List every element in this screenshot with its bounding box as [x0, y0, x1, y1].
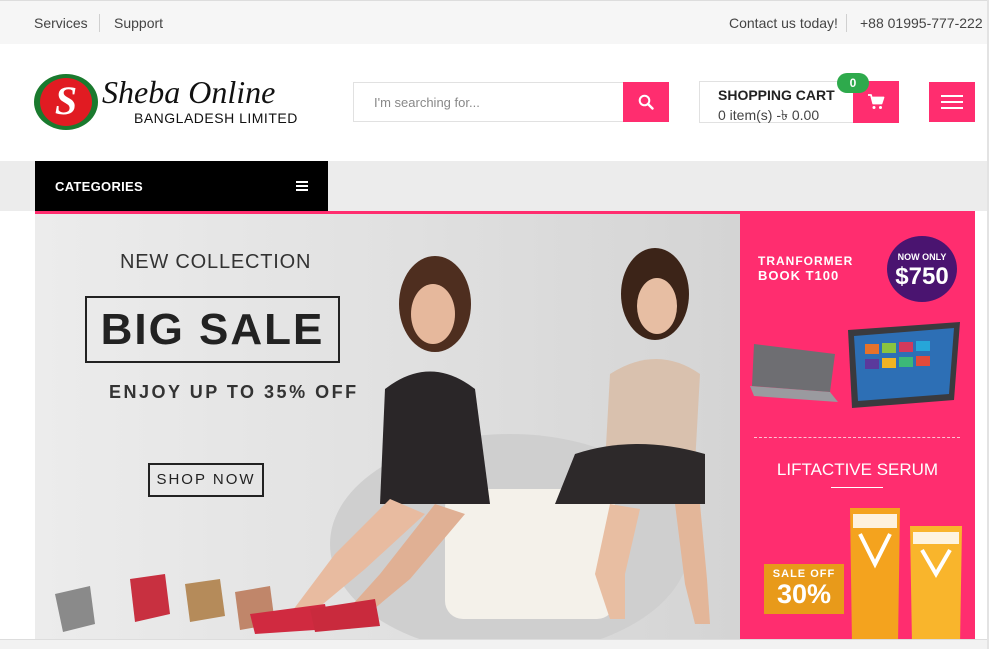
topbar-divider [846, 14, 847, 32]
serum-underline [831, 487, 883, 488]
hero-banner[interactable]: NEW COLLECTION BIG SALE ENJOY UP TO 35% … [35, 214, 740, 639]
sale-value: 30% [776, 579, 832, 609]
sale-off-badge: SALE OFF 30% [764, 564, 844, 614]
cart-title: SHOPPING CART [718, 87, 835, 103]
logo-subtitle: BANGLADESH LIMITED [134, 110, 298, 126]
window-bottom-edge [0, 639, 989, 649]
price-label: NOW ONLY [897, 252, 947, 262]
phone-link[interactable]: +88 01995-777-222 [860, 15, 983, 31]
search-input[interactable] [354, 83, 624, 121]
hero-offer: ENJOY UP TO 35% OFF [109, 382, 359, 402]
logo-letter: S [40, 78, 92, 126]
topbar-divider [99, 14, 100, 32]
search-button[interactable] [623, 82, 669, 122]
hero-kicker: NEW COLLECTION [120, 251, 312, 273]
search-bar [353, 82, 669, 122]
nav-bar: CATEGORIES [0, 161, 989, 211]
hamburger-icon [941, 95, 963, 109]
promo-product-line2: BOOK T100 [758, 268, 840, 283]
categories-label: CATEGORIES [55, 179, 143, 194]
shopping-cart[interactable]: SHOPPING CART 0 item(s) -৳ 0.00 [699, 81, 899, 123]
laptop-tablet-image [750, 322, 960, 408]
site-header: S Sheba Online BANGLADESH LIMITED SHOPPI… [0, 44, 989, 160]
contact-link[interactable]: Contact us today! [729, 15, 838, 31]
search-icon [638, 94, 654, 110]
side-promo[interactable]: TRANFORMER BOOK T100 NOW ONLY $750 LIFTA… [740, 214, 975, 639]
cart-count-badge: 0 [837, 73, 869, 93]
hero-headline: BIG SALE [100, 304, 325, 354]
cart-summary: 0 item(s) -৳ 0.00 [718, 107, 820, 123]
shop-now-button[interactable]: SHOP NOW [148, 463, 264, 497]
menu-button[interactable] [929, 82, 975, 122]
categories-menu[interactable]: CATEGORIES [35, 161, 328, 211]
hero-models-image [55, 248, 710, 639]
services-link[interactable]: Services [34, 15, 88, 31]
list-icon [296, 181, 308, 191]
serum-title: LIFTACTIVE SERUM [776, 460, 939, 479]
site-logo[interactable]: S Sheba Online BANGLADESH LIMITED [34, 74, 304, 134]
support-link[interactable]: Support [114, 15, 163, 31]
logo-title: Sheba Online [102, 74, 276, 110]
top-bar: Services Support Contact us today! +88 0… [0, 0, 989, 44]
promo-divider [754, 437, 960, 438]
logo-emblem: S [34, 74, 98, 130]
price-value: $750 [895, 263, 949, 290]
promo-product-line1: TRANFORMER [758, 254, 854, 268]
headline-box: BIG SALE [85, 296, 340, 363]
cart-icon [868, 94, 885, 109]
price-badge: NOW ONLY $750 [887, 236, 957, 302]
